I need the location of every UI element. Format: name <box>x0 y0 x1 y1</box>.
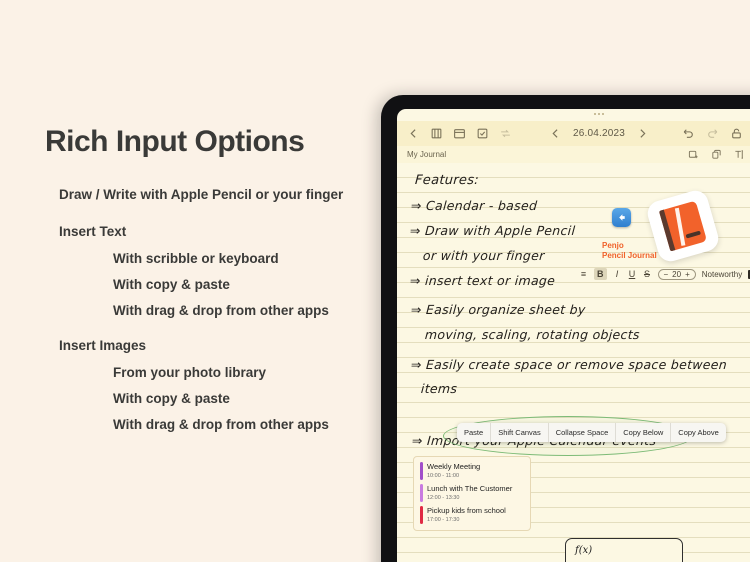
event-time: 17:00 - 17:30 <box>427 517 460 523</box>
font-size-value: 20 <box>672 269 682 279</box>
calendar-icon[interactable] <box>453 127 466 140</box>
chevron-left-icon[interactable] <box>407 127 420 140</box>
event-title: Lunch with The Customer <box>427 484 513 493</box>
note-line: moving, scaling, rotating objects <box>424 327 641 342</box>
menu-item-collapse-space[interactable]: Collapse Space <box>549 423 617 442</box>
event-color-bar <box>420 484 423 502</box>
font-family-label[interactable]: Noteworthy <box>702 270 742 279</box>
app-toolbar: 26.04.2023 <box>397 121 750 146</box>
feature-group-insert-text: Insert Text With scribble or keyboard Wi… <box>45 224 385 318</box>
function-graph-card[interactable]: f(x) λ = 2 λ = 1 <box>565 538 683 562</box>
journal-icon[interactable] <box>430 127 443 140</box>
calendar-event[interactable]: Lunch with The Customer 12:00 - 13:30 <box>420 484 523 502</box>
checklist-icon[interactable] <box>476 127 489 140</box>
prev-day-button[interactable] <box>549 127 562 140</box>
note-line: or with your finger <box>422 248 546 263</box>
text-icon[interactable] <box>734 149 745 160</box>
menu-item-copy-above[interactable]: Copy Above <box>671 423 725 442</box>
feature-item: With drag & drop from other apps <box>113 303 329 318</box>
align-icon[interactable]: ≡ <box>579 268 588 280</box>
feature-item: With drag & drop from other apps <box>113 417 329 432</box>
page-root: Rich Input Options Draw / Write with App… <box>0 0 750 562</box>
feature-item: From your photo library <box>113 365 267 380</box>
sync-icon[interactable] <box>499 127 512 140</box>
add-page-icon[interactable] <box>688 149 699 160</box>
feature-item: With copy & paste <box>113 391 230 406</box>
feature-draw-write: Draw / Write with Apple Pencil or your f… <box>59 187 344 202</box>
event-color-bar <box>420 462 423 480</box>
italic-button[interactable]: I <box>613 268 622 280</box>
bold-button[interactable]: B <box>594 268 607 280</box>
note-line: Features: <box>414 173 480 188</box>
font-size-decrease[interactable]: − <box>664 270 669 279</box>
note-line: items <box>420 381 458 396</box>
context-menu: Paste Shift Canvas Collapse Space Copy B… <box>457 423 726 442</box>
tablet-screen: 26.04.2023 My Journal Features: ⇒ Calend… <box>397 109 750 562</box>
strikethrough-button[interactable]: S <box>643 268 652 280</box>
note-canvas[interactable]: Features: ⇒ Calendar - based ⇒ Draw with… <box>397 163 750 562</box>
note-line: ⇒ Easily create space or remove space be… <box>410 357 728 372</box>
app-subtoolbar: My Journal <box>397 146 750 163</box>
menu-item-shift-canvas[interactable]: Shift Canvas <box>491 423 549 442</box>
page-title: Rich Input Options <box>45 125 305 158</box>
event-time: 12:00 - 13:30 <box>427 495 460 501</box>
next-day-button[interactable] <box>636 127 649 140</box>
brand-line-1: Penjo <box>602 241 624 250</box>
tablet-device: 26.04.2023 My Journal Features: ⇒ Calend… <box>381 95 750 562</box>
back-arrow-button[interactable] <box>612 208 631 227</box>
marketing-panel: Rich Input Options Draw / Write with App… <box>45 125 385 452</box>
current-date-label[interactable]: 26.04.2023 <box>573 128 625 139</box>
note-line: ⇒ Easily organize sheet by <box>410 302 587 317</box>
event-time: 10:00 - 11:00 <box>427 473 460 479</box>
event-title: Pickup kids from school <box>427 506 506 515</box>
feature-group-insert-images: Insert Images From your photo library Wi… <box>45 338 385 432</box>
feature-item: With copy & paste <box>113 277 230 292</box>
journal-name-label[interactable]: My Journal <box>407 150 446 159</box>
text-format-toolbar: ≡ B I U S − 20 + Noteworthy <box>579 268 750 280</box>
redo-icon[interactable] <box>706 127 719 140</box>
calendar-event[interactable]: Weekly Meeting 10:00 - 11:00 <box>420 462 523 480</box>
event-title: Weekly Meeting <box>427 462 481 471</box>
feature-group-heading: Insert Images <box>59 338 147 353</box>
event-color-bar <box>420 506 423 524</box>
feature-group-heading: Insert Text <box>59 224 127 239</box>
calendar-event[interactable]: Pickup kids from school 17:00 - 17:30 <box>420 506 523 524</box>
menu-item-paste[interactable]: Paste <box>457 423 492 442</box>
lock-icon[interactable] <box>730 127 743 140</box>
font-size-increase[interactable]: + <box>685 270 690 279</box>
brand-line-2: Pencil Journal <box>602 251 657 260</box>
feature-item: With scribble or keyboard <box>113 251 279 266</box>
calendar-events-card[interactable]: Weekly Meeting 10:00 - 11:00 Lunch with … <box>413 456 531 531</box>
font-size-stepper[interactable]: − 20 + <box>657 268 696 280</box>
undo-icon[interactable] <box>682 127 695 140</box>
menu-item-copy-below[interactable]: Copy Below <box>616 423 672 442</box>
underline-button[interactable]: U <box>628 268 637 280</box>
note-line: ⇒ Calendar - based <box>410 198 538 213</box>
note-line: ⇒ insert text or image <box>409 273 556 288</box>
drag-handle-icon[interactable] <box>594 113 604 115</box>
note-line: ⇒ Draw with Apple Pencil <box>409 223 576 238</box>
duplicate-icon[interactable] <box>711 149 722 160</box>
